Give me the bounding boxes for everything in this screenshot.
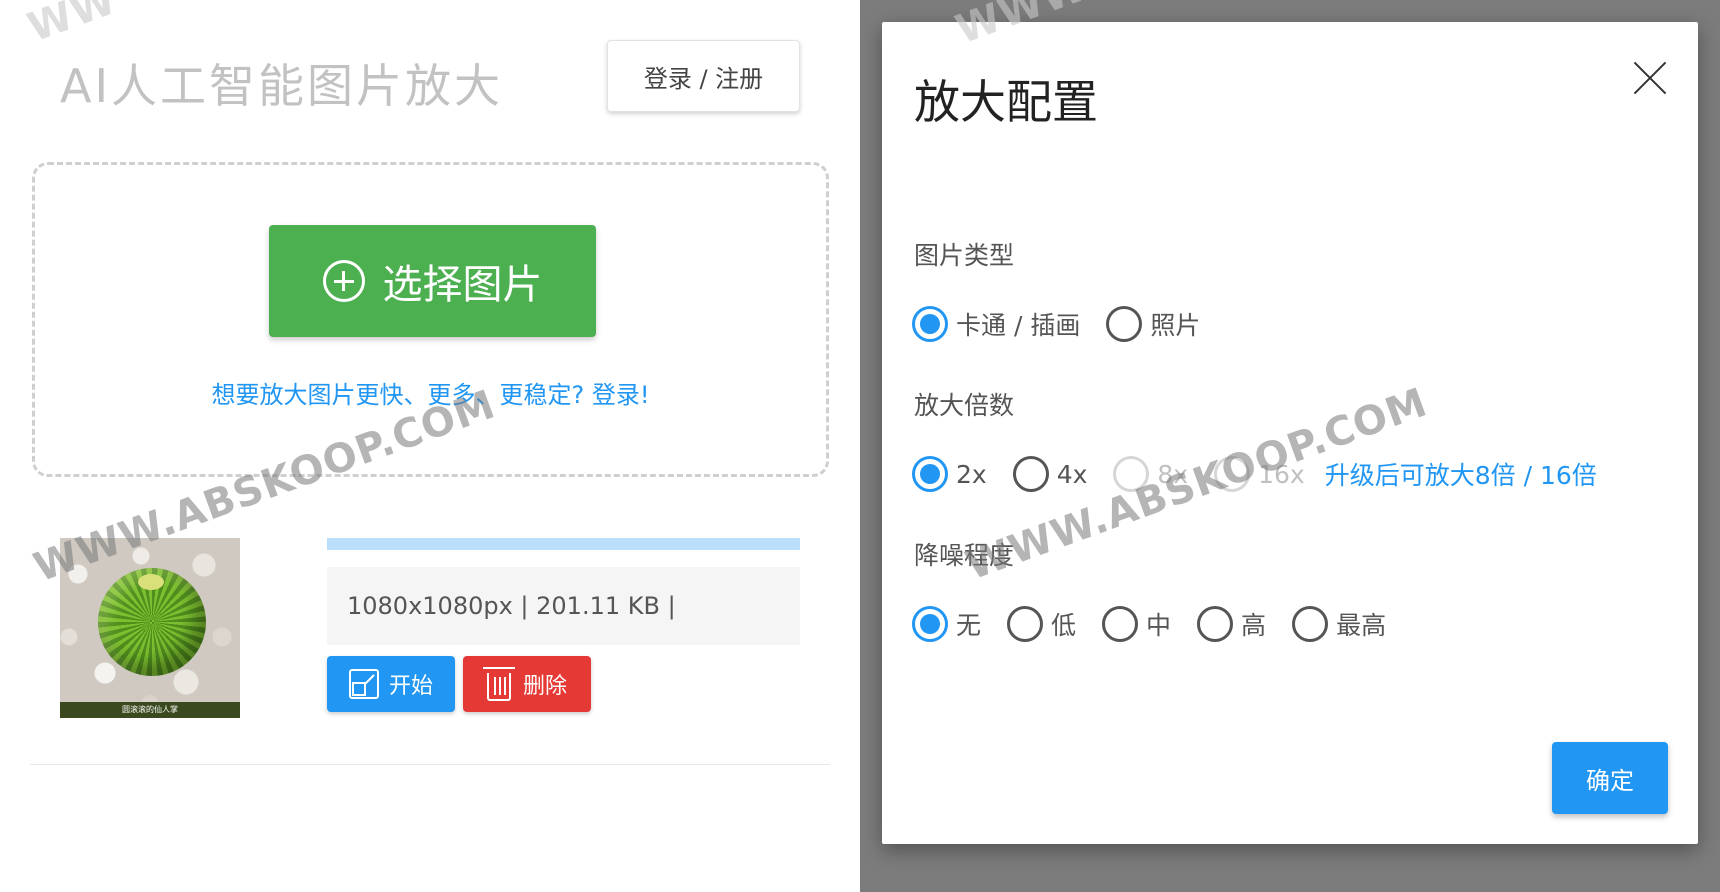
image-type-option-label: 卡通 / 插画 <box>956 311 1081 340</box>
denoise-option-label: 低 <box>1051 611 1077 640</box>
radio-circle-icon <box>1113 456 1150 492</box>
upgrade-link[interactable]: 升级后可放大8倍 / 16倍 <box>1325 456 1597 492</box>
denoise-option-label: 中 <box>1146 611 1172 640</box>
scale-option-0[interactable]: 2x <box>912 456 987 492</box>
denoise-option-1[interactable]: 低 <box>1007 606 1076 642</box>
image-type-option-1[interactable]: 照片 <box>1106 306 1200 342</box>
delete-label: 删除 <box>522 674 567 699</box>
denoise-option-label: 无 <box>956 611 982 640</box>
radio-circle-icon <box>912 606 948 642</box>
radio-circle-icon <box>912 456 948 492</box>
login-register-button[interactable]: 登录 / 注册 <box>607 40 800 112</box>
scale-label: 放大倍数 <box>914 391 1015 420</box>
start-label: 开始 <box>388 674 433 699</box>
progress-fill <box>327 538 800 550</box>
thumbnail-cactus <box>98 568 206 676</box>
scale-config-dialog: 放大配置 图片类型 卡通 / 插画 照片 放大倍数 2x 4x 8x 16x 升级后可放大… <box>882 22 1698 844</box>
thumbnail-caption: 圆滚滚的仙人掌 <box>60 702 240 718</box>
app-title: AI人工智能图片放大 <box>60 59 504 113</box>
trash-icon <box>482 667 515 701</box>
image-thumbnail: 圆滚滚的仙人掌 <box>60 538 240 718</box>
radio-circle-icon <box>1007 606 1044 642</box>
close-icon[interactable] <box>1632 60 1668 96</box>
image-type-radio-group: 卡通 / 插画 照片 <box>912 304 1226 344</box>
expand-icon <box>348 669 379 699</box>
scale-option-label: 4x <box>1056 459 1088 489</box>
denoise-option-3[interactable]: 高 <box>1197 606 1266 642</box>
confirm-button[interactable]: 确定 <box>1552 742 1668 814</box>
scale-option-label: 16x <box>1258 459 1305 489</box>
scale-option-label: 2x <box>956 459 987 489</box>
dialog-title: 放大配置 <box>914 75 1098 129</box>
scale-option-label: 8x <box>1157 459 1189 489</box>
denoise-option-label: 高 <box>1241 611 1267 640</box>
denoise-option-4[interactable]: 最高 <box>1292 606 1386 642</box>
denoise-option-2[interactable]: 中 <box>1102 606 1171 642</box>
plus-circle-icon <box>322 260 365 302</box>
select-image-button[interactable]: 选择图片 <box>269 225 596 337</box>
radio-circle-icon <box>912 306 948 342</box>
main-panel: AI人工智能图片放大 登录 / 注册 选择图片 想要放大图片更快、更多、更稳定?… <box>0 0 860 892</box>
select-image-label: 选择图片 <box>382 262 543 308</box>
upload-dropzone[interactable]: 选择图片 想要放大图片更快、更多、更稳定? 登录! <box>32 162 829 477</box>
radio-circle-icon <box>1012 456 1049 492</box>
radio-circle-icon <box>1292 606 1329 642</box>
delete-button[interactable]: 删除 <box>463 656 591 712</box>
radio-circle-icon <box>1197 606 1234 642</box>
denoise-option-0[interactable]: 无 <box>912 606 981 642</box>
scale-option-1[interactable]: 4x <box>1012 456 1088 492</box>
radio-circle-icon <box>1106 306 1143 342</box>
image-type-option-label: 照片 <box>1150 311 1201 340</box>
scale-option-2: 8x <box>1113 456 1188 492</box>
scale-radio-group: 2x 4x 8x 16x 升级后可放大8倍 / 16倍 <box>912 454 1597 494</box>
scale-option-3: 16x <box>1214 456 1305 492</box>
upload-progress-bar <box>327 538 800 550</box>
denoise-label: 降噪程度 <box>914 541 1015 570</box>
radio-circle-icon <box>1214 456 1251 492</box>
login-hint-link[interactable]: 想要放大图片更快、更多、更稳定? 登录! <box>35 375 826 410</box>
denoise-option-label: 最高 <box>1336 611 1387 640</box>
divider <box>30 764 830 765</box>
denoise-radio-group: 无 低 中 高 最高 <box>912 604 1412 644</box>
radio-circle-icon <box>1102 606 1139 642</box>
image-type-label: 图片类型 <box>914 241 1015 270</box>
file-info: 1080x1080px | 201.11 KB | <box>327 567 800 645</box>
image-type-option-0[interactable]: 卡通 / 插画 <box>912 306 1080 342</box>
start-button[interactable]: 开始 <box>327 656 455 712</box>
